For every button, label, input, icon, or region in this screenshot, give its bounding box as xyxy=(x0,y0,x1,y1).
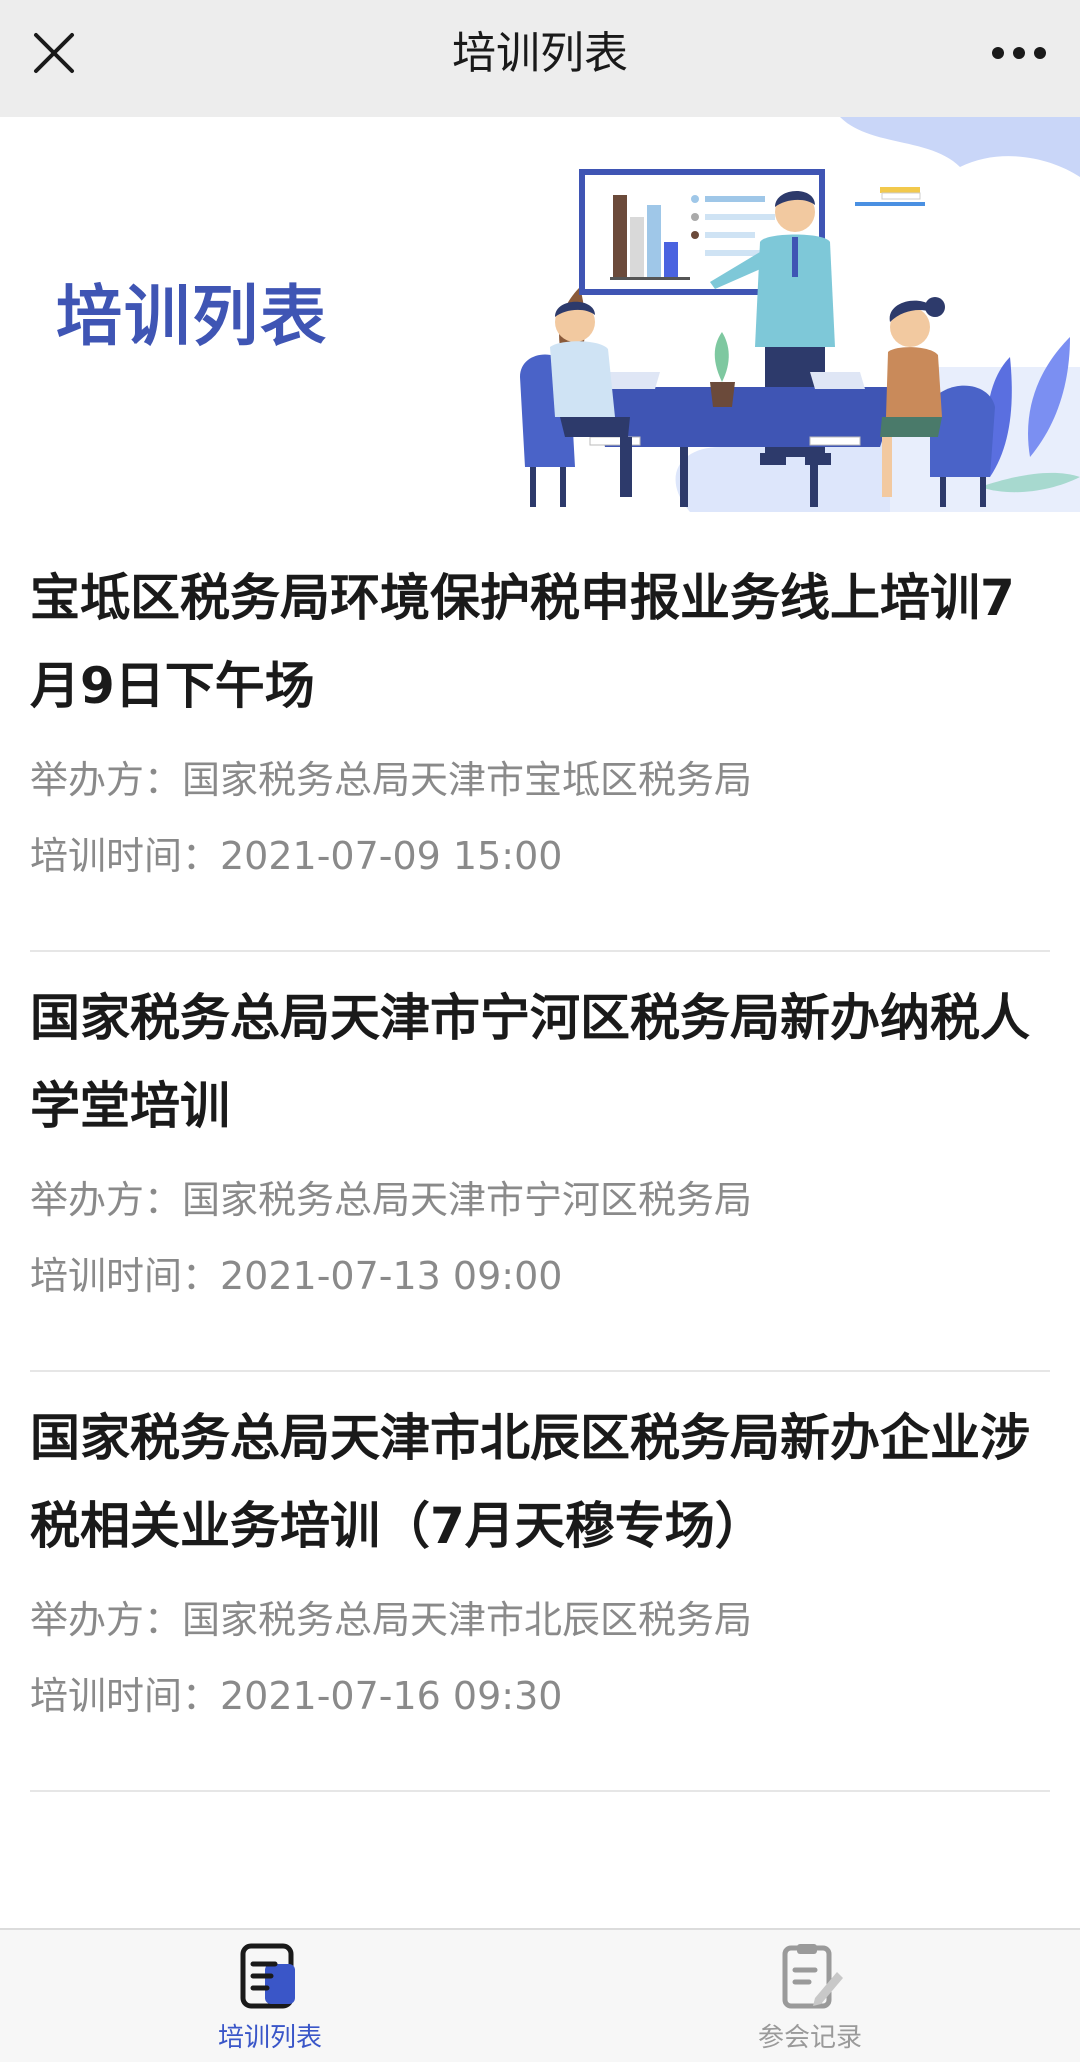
bottom-tab-bar: 培训列表 参会记录 xyxy=(0,1928,1080,2062)
training-list-icon xyxy=(240,1943,295,2009)
training-title: 国家税务总局天津市宁河区税务局新办纳税人学堂培训 xyxy=(30,989,1030,1135)
training-organizer: 举办方：国家税务总局天津市宁河区税务局 xyxy=(30,1178,753,1222)
training-organizer: 举办方：国家税务总局天津市北辰区税务局 xyxy=(30,1598,753,1642)
more-icon xyxy=(992,47,1046,59)
training-time: 培训时间：2021-07-13 09:00 xyxy=(30,1254,563,1298)
tab-attendance-record[interactable]: 参会记录 xyxy=(680,1942,940,2060)
training-meeting-illustration xyxy=(520,117,1080,512)
training-title: 宝坻区税务局环境保护税申报业务线上培训7月9日下午场 xyxy=(30,569,1015,715)
list-item[interactable]: 宝坻区税务局环境保护税申报业务线上培训7月9日下午场 举办方：国家税务总局天津市… xyxy=(0,512,1080,952)
training-time: 培训时间：2021-07-09 15:00 xyxy=(30,834,563,878)
navbar: 培训列表 xyxy=(0,0,1080,117)
divider xyxy=(30,1790,1050,1792)
page: 培训列表 培训列表 宝坻区税务局环境保护税申报业务线上培训7月9日下午场 举办方… xyxy=(0,0,1080,2062)
tab-label: 参会记录 xyxy=(757,2023,862,2053)
tab-label: 培训列表 xyxy=(217,2023,322,2053)
list-item[interactable]: 国家税务总局天津市北辰区税务局新办企业涉税相关业务培训（7月天穆专场） 举办方：… xyxy=(0,1372,1080,1792)
training-organizer: 举办方：国家税务总局天津市宝坻区税务局 xyxy=(30,758,753,802)
tab-training-list[interactable]: 培训列表 xyxy=(140,1942,400,2060)
more-button[interactable] xyxy=(984,28,1054,78)
attendance-record-icon xyxy=(782,1944,843,2009)
banner: 培训列表 xyxy=(0,117,1080,512)
list-item[interactable]: 国家税务总局天津市宁河区税务局新办纳税人学堂培训 举办方：国家税务总局天津市宁河… xyxy=(0,952,1080,1372)
banner-title: 培训列表 xyxy=(56,278,328,355)
page-title: 培训列表 xyxy=(452,28,628,79)
training-time: 培训时间：2021-07-16 09:30 xyxy=(30,1674,563,1718)
training-title: 国家税务总局天津市北辰区税务局新办企业涉税相关业务培训（7月天穆专场） xyxy=(30,1409,1030,1555)
training-list: 宝坻区税务局环境保护税申报业务线上培训7月9日下午场 举办方：国家税务总局天津市… xyxy=(0,512,1080,1792)
